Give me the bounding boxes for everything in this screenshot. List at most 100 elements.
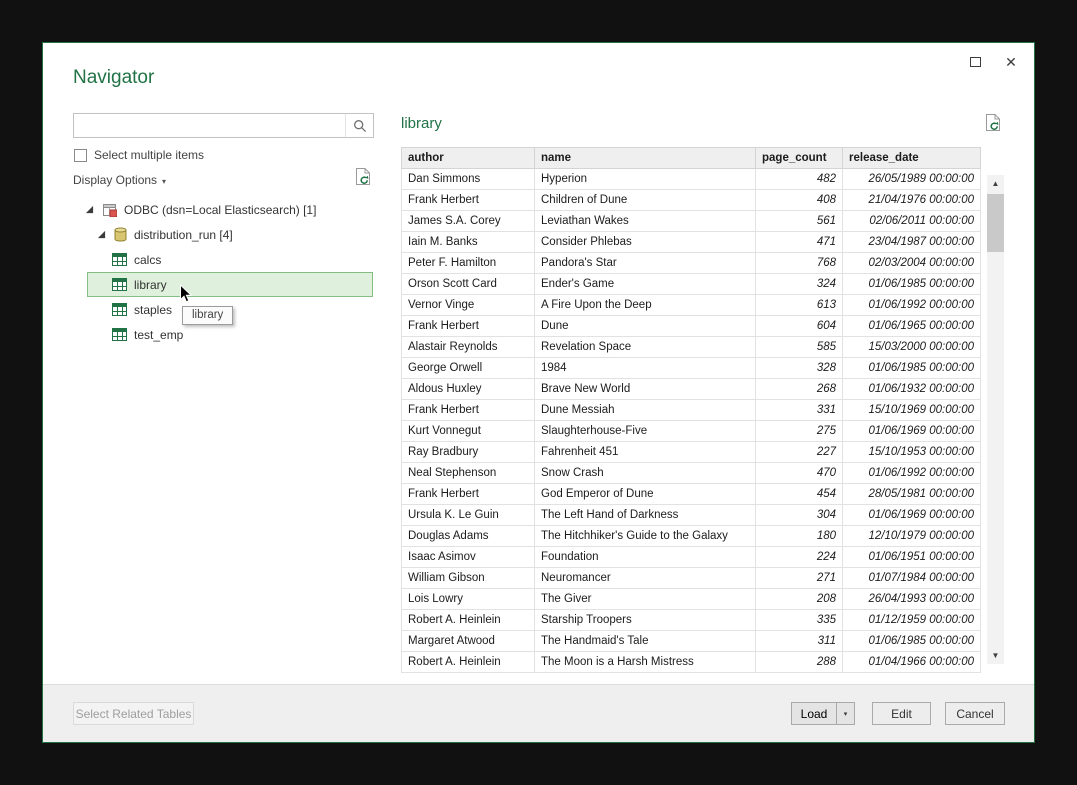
cell-page_count: 224 xyxy=(756,547,843,568)
cell-release_date: 01/07/1984 00:00:00 xyxy=(843,568,981,589)
table-row: Frank HerbertGod Emperor of Dune45428/05… xyxy=(402,484,981,505)
tree-item-label: library xyxy=(134,278,167,292)
tree-item-calcs[interactable]: calcs xyxy=(87,247,373,272)
cell-release_date: 28/05/1981 00:00:00 xyxy=(843,484,981,505)
cell-release_date: 15/03/2000 00:00:00 xyxy=(843,337,981,358)
refresh-preview-icon[interactable] xyxy=(985,113,1002,137)
scroll-down-icon[interactable]: ▼ xyxy=(987,647,1004,664)
column-header-release_date: release_date xyxy=(843,148,981,169)
preview-scrollbar[interactable]: ▲ ▼ xyxy=(987,175,1004,664)
expand-collapse-icon[interactable] xyxy=(85,205,97,214)
cell-name: Brave New World xyxy=(535,379,756,400)
table-row: James S.A. CoreyLeviathan Wakes56102/06/… xyxy=(402,211,981,232)
cell-page_count: 613 xyxy=(756,295,843,316)
cell-release_date: 01/06/1951 00:00:00 xyxy=(843,547,981,568)
table-row: Kurt VonnegutSlaughterhouse-Five27501/06… xyxy=(402,421,981,442)
table-row: George Orwell198432801/06/1985 00:00:00 xyxy=(402,358,981,379)
preview-table: authornamepage_countrelease_date Dan Sim… xyxy=(401,147,981,673)
cell-name: The Handmaid's Tale xyxy=(535,631,756,652)
cell-author: Alastair Reynolds xyxy=(402,337,535,358)
column-header-name: name xyxy=(535,148,756,169)
cell-page_count: 304 xyxy=(756,505,843,526)
cell-author: Frank Herbert xyxy=(402,400,535,421)
cell-author: Frank Herbert xyxy=(402,484,535,505)
cell-author: Lois Lowry xyxy=(402,589,535,610)
cell-page_count: 604 xyxy=(756,316,843,337)
cell-release_date: 01/06/1965 00:00:00 xyxy=(843,316,981,337)
edit-button[interactable]: Edit xyxy=(872,702,931,725)
cell-author: Peter F. Hamilton xyxy=(402,253,535,274)
database-icon xyxy=(114,227,127,242)
table-row: Aldous HuxleyBrave New World26801/06/193… xyxy=(402,379,981,400)
tree-item-label: calcs xyxy=(134,253,161,267)
cell-release_date: 21/04/1976 00:00:00 xyxy=(843,190,981,211)
table-row: Ray BradburyFahrenheit 45122715/10/1953 … xyxy=(402,442,981,463)
search-box xyxy=(73,113,374,138)
refresh-tree-icon[interactable] xyxy=(355,167,372,191)
cell-page_count: 324 xyxy=(756,274,843,295)
tree-item-library[interactable]: library xyxy=(87,272,373,297)
cell-page_count: 768 xyxy=(756,253,843,274)
table-row: Frank HerbertChildren of Dune40821/04/19… xyxy=(402,190,981,211)
cell-name: Consider Phlebas xyxy=(535,232,756,253)
table-row: Margaret AtwoodThe Handmaid's Tale31101/… xyxy=(402,631,981,652)
cell-name: The Left Hand of Darkness xyxy=(535,505,756,526)
tree-item-odbc-source[interactable]: ODBC (dsn=Local Elasticsearch) [1] xyxy=(73,197,387,222)
maximize-button[interactable] xyxy=(964,51,986,73)
display-options-dropdown[interactable]: Display Options ▾ xyxy=(73,173,166,187)
cell-release_date: 01/06/1985 00:00:00 xyxy=(843,631,981,652)
cell-author: Ursula K. Le Guin xyxy=(402,505,535,526)
cell-author: Orson Scott Card xyxy=(402,274,535,295)
select-multiple-row: Select multiple items xyxy=(74,148,204,162)
cell-release_date: 01/06/1969 00:00:00 xyxy=(843,505,981,526)
search-icon[interactable] xyxy=(345,114,373,137)
tree-item-database[interactable]: distribution_run [4] xyxy=(73,222,387,247)
search-input[interactable] xyxy=(74,114,345,137)
cell-page_count: 227 xyxy=(756,442,843,463)
cell-author: Margaret Atwood xyxy=(402,631,535,652)
cell-author: Iain M. Banks xyxy=(402,232,535,253)
window-controls: ✕ xyxy=(964,51,1022,73)
select-multiple-checkbox[interactable] xyxy=(74,149,87,162)
cell-name: The Giver xyxy=(535,589,756,610)
cell-name: The Hitchhiker's Guide to the Galaxy xyxy=(535,526,756,547)
cell-author: Frank Herbert xyxy=(402,316,535,337)
cell-page_count: 335 xyxy=(756,610,843,631)
expand-collapse-icon[interactable] xyxy=(97,230,109,239)
tree-item-label: ODBC (dsn=Local Elasticsearch) [1] xyxy=(124,203,316,217)
load-dropdown-button[interactable]: ▾ xyxy=(836,702,855,725)
table-icon xyxy=(112,328,127,341)
tree-item-label: test_emp xyxy=(134,328,183,342)
cell-author: Frank Herbert xyxy=(402,190,535,211)
table-icon xyxy=(112,253,127,266)
close-button[interactable]: ✕ xyxy=(1000,51,1022,73)
mouse-cursor xyxy=(179,284,193,309)
table-row: William GibsonNeuromancer27101/07/1984 0… xyxy=(402,568,981,589)
cell-page_count: 271 xyxy=(756,568,843,589)
cell-author: Robert A. Heinlein xyxy=(402,652,535,673)
cell-release_date: 26/05/1989 00:00:00 xyxy=(843,169,981,190)
scroll-up-icon[interactable]: ▲ xyxy=(987,175,1004,192)
cell-name: Snow Crash xyxy=(535,463,756,484)
cell-release_date: 01/06/1969 00:00:00 xyxy=(843,421,981,442)
scrollbar-thumb[interactable] xyxy=(987,194,1004,252)
cell-author: Dan Simmons xyxy=(402,169,535,190)
cell-release_date: 02/06/2011 00:00:00 xyxy=(843,211,981,232)
cell-author: Isaac Asimov xyxy=(402,547,535,568)
cell-name: Starship Troopers xyxy=(535,610,756,631)
cell-page_count: 288 xyxy=(756,652,843,673)
table-icon xyxy=(112,303,127,316)
tree-tables-group: calcslibrarystaplestest_emp xyxy=(73,247,387,347)
table-row: Ursula K. Le GuinThe Left Hand of Darkne… xyxy=(402,505,981,526)
table-row: Robert A. HeinleinStarship Troopers33501… xyxy=(402,610,981,631)
table-row: Robert A. HeinleinThe Moon is a Harsh Mi… xyxy=(402,652,981,673)
cell-name: 1984 xyxy=(535,358,756,379)
table-row: Neal StephensonSnow Crash47001/06/1992 0… xyxy=(402,463,981,484)
select-related-tables-button[interactable]: Select Related Tables xyxy=(73,702,194,725)
cancel-button[interactable]: Cancel xyxy=(945,702,1005,725)
load-button[interactable]: Load xyxy=(791,702,837,725)
table-row: Iain M. BanksConsider Phlebas47123/04/19… xyxy=(402,232,981,253)
cell-author: Robert A. Heinlein xyxy=(402,610,535,631)
tree-item-test_emp[interactable]: test_emp xyxy=(87,322,373,347)
cell-release_date: 23/04/1987 00:00:00 xyxy=(843,232,981,253)
